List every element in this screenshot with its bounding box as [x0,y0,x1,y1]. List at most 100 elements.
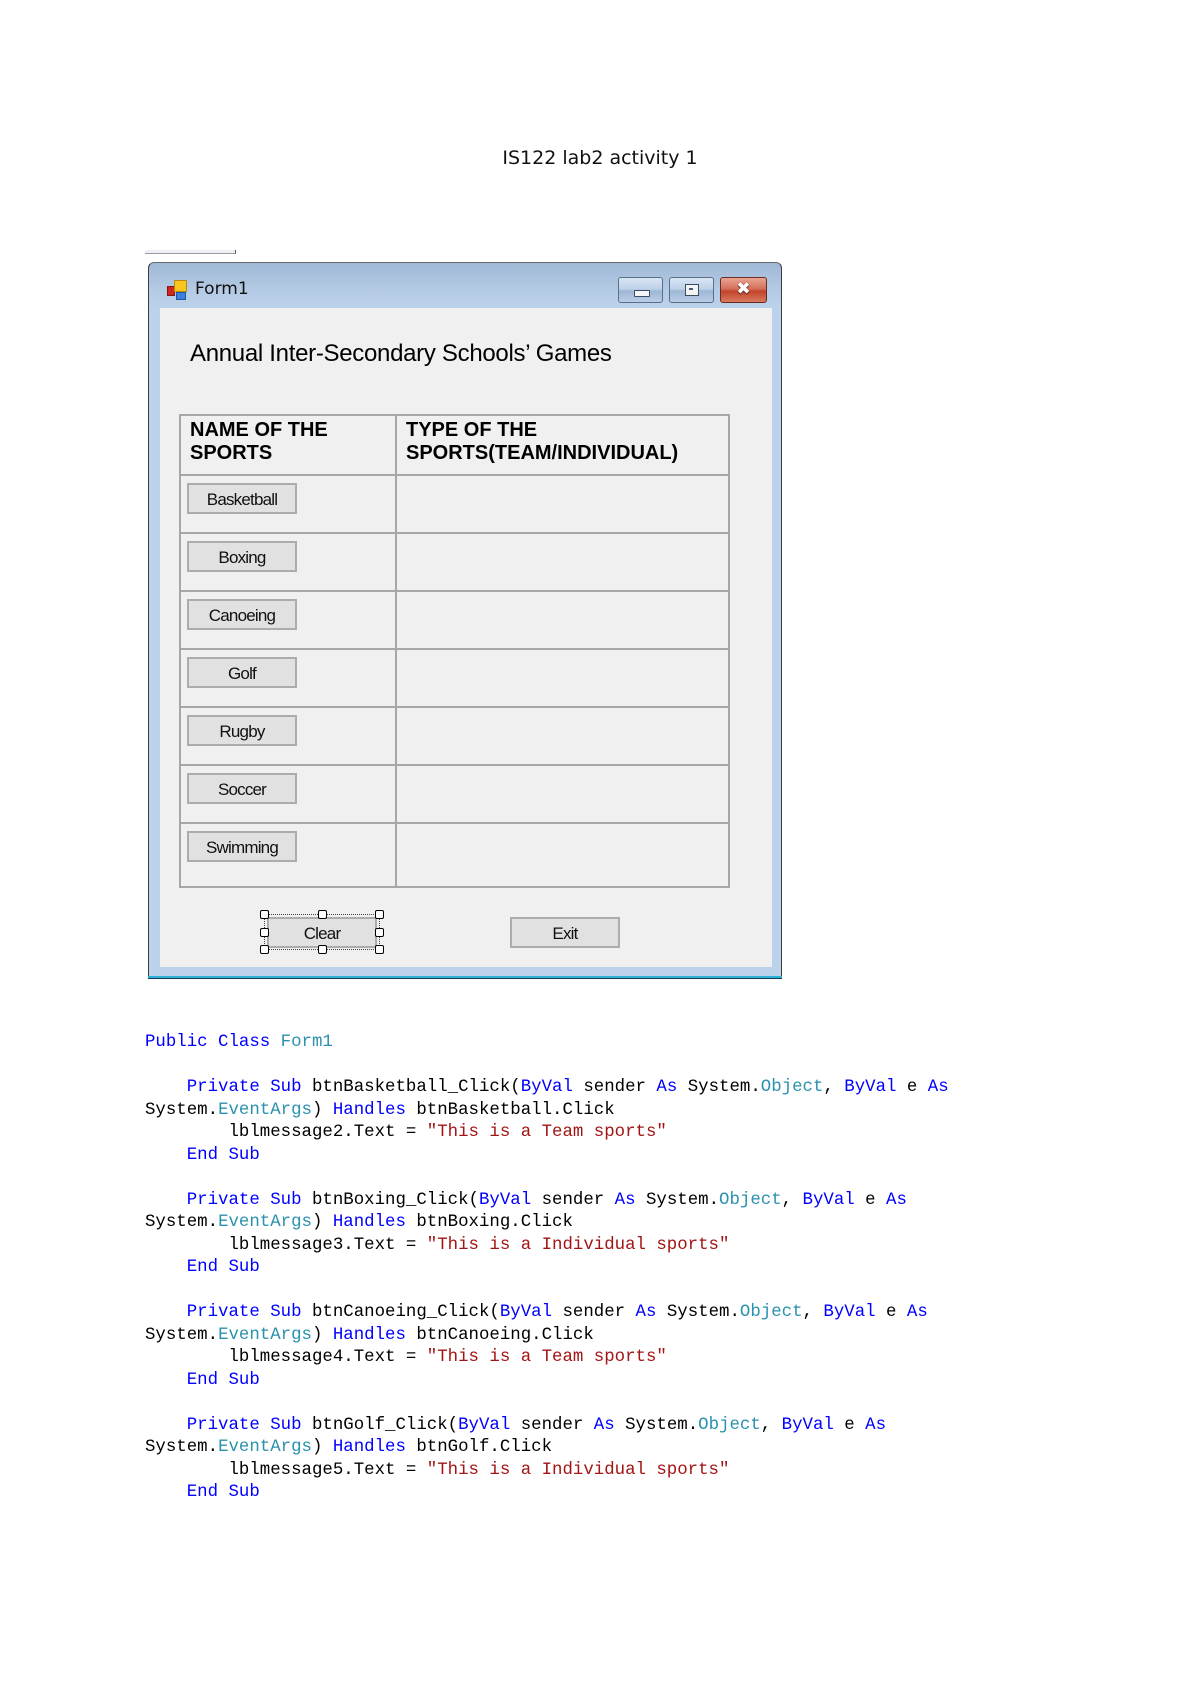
code-keyword: ByVal [802,1190,855,1210]
code-type: EventArgs [218,1438,312,1457]
close-button[interactable]: ✖ [720,277,767,303]
code-keyword: As [906,1303,928,1322]
code-keyword: End Sub [186,1258,260,1277]
type-label-rugby [395,706,730,766]
code-text: btnCanoeing.Click [405,1325,594,1345]
code-string: "This is a Individual sports" [426,1235,730,1255]
code-string: "This is a Individual sports" [426,1460,730,1480]
code-line: Private Sub btnGolf_Click(ByVal sender A… [145,1416,886,1435]
table-row: Basketball [179,474,730,534]
code-text: ) [312,1438,333,1457]
code-keyword: Private Sub [186,1078,302,1097]
code-keyword: Handles [332,1325,406,1345]
code-text: e [833,1415,866,1435]
code-text: btnBasketball_Click( [301,1078,521,1097]
form-heading: Annual Inter-Secondary Schools’ Games [190,340,612,367]
code-text: ) [312,1213,333,1232]
code-line: End Sub [145,1258,260,1277]
type-label-canoeing [395,590,730,650]
table-header-row: NAME OF THE SPORTS TYPE OF THE SPORTS(TEAM… [179,414,730,476]
code-keyword: As [614,1190,636,1210]
code-text: btnBasketball.Click [405,1100,615,1120]
title-bar[interactable]: Form1 ✖ [149,263,781,309]
minimize-button[interactable] [618,277,663,303]
table-row: Boxing [179,532,730,592]
code-keyword: As [886,1190,907,1210]
code-text: btnGolf_Click( [301,1415,459,1435]
type-label-swimming [395,822,730,888]
code-line: lblmessage5.Text = "This is a Individual… [145,1461,729,1480]
code-keyword: Private Sub [186,1190,302,1210]
code-listing: Public Class Form1 Private Sub btnBasket… [145,1032,949,1505]
code-text: ) [312,1325,333,1345]
code-text: System. [635,1190,720,1210]
code-line: System.EventArgs) Handles btnBoxing.Clic… [145,1213,573,1232]
header-sport-type: TYPE OF THE SPORTS(TEAM/INDIVIDUAL) [395,414,730,476]
code-text: lblmessage3.Text = [145,1235,427,1255]
code-text: ) [312,1100,333,1120]
code-keyword: ByVal [499,1303,553,1322]
code-keyword: Handles [332,1100,406,1120]
code-text: e [896,1078,928,1097]
code-keyword: As [635,1303,657,1322]
maximize-button[interactable] [669,277,714,303]
code-line: End Sub [145,1146,260,1165]
swimming-button[interactable]: Swimming [187,831,297,862]
code-keyword: ByVal [520,1078,573,1097]
golf-button[interactable]: Golf [187,657,297,688]
code-text: btnCanoeing_Click( [301,1303,500,1322]
code-type: EventArgs [218,1100,312,1120]
code-text: sender [531,1190,615,1210]
soccer-button[interactable]: Soccer [187,773,297,804]
document-title: IS122 lab2 activity 1 [502,147,698,169]
code-line: System.EventArgs) Handles btnCanoeing.Cl… [145,1326,594,1345]
code-type: Form1 [280,1033,333,1052]
code-text: , [781,1190,803,1210]
table-row: Golf [179,648,730,708]
code-text: e [854,1190,887,1210]
code-line: End Sub [145,1371,260,1390]
type-label-soccer [395,764,730,824]
maximize-icon [685,284,699,296]
code-text: sender [552,1303,636,1322]
code-keyword: Private Sub [186,1415,302,1435]
code-type: Object [760,1078,824,1097]
code-text: btnBoxing_Click( [301,1190,479,1210]
close-icon: ✖ [736,279,751,299]
basketball-button[interactable]: Basketball [187,483,297,514]
code-type: EventArgs [218,1325,312,1345]
type-label-golf [395,648,730,708]
canoeing-button[interactable]: Canoeing [187,599,297,630]
code-text: System. [656,1303,740,1322]
window-title: Form1 [195,279,249,299]
clear-button[interactable]: Clear [267,917,377,948]
header-sport-name: NAME OF THE SPORTS [179,414,397,476]
code-type: Object [739,1303,803,1322]
code-keyword: Private Sub [186,1303,302,1322]
code-keyword: ByVal [458,1415,511,1435]
exit-button[interactable]: Exit [510,917,620,948]
code-text: sender [572,1078,657,1097]
code-keyword: As [593,1415,615,1435]
code-line: Private Sub btnBasketball_Click(ByVal se… [145,1078,949,1097]
code-keyword: ByVal [478,1190,532,1210]
code-text: lblmessage2.Text = [145,1123,427,1142]
code-line: lblmessage3.Text = "This is a Individual… [145,1236,729,1255]
code-line: Public Class Form1 [145,1033,333,1052]
code-keyword: Handles [332,1213,406,1232]
rugby-button[interactable]: Rugby [187,715,297,746]
code-keyword: As [865,1415,887,1435]
boxing-button[interactable]: Boxing [187,541,297,572]
code-text: lblmessage4.Text = [145,1348,427,1367]
code-keyword: ByVal [823,1303,876,1322]
code-keyword: End Sub [186,1483,260,1502]
code-keyword: Handles [332,1438,406,1457]
sports-table: NAME OF THE SPORTS TYPE OF THE SPORTS(TEAM… [179,414,730,888]
code-keyword: ByVal [844,1078,897,1097]
code-text: e [875,1303,907,1322]
code-line: System.EventArgs) Handles btnBasketball.… [145,1101,615,1120]
code-text: , [802,1303,824,1322]
